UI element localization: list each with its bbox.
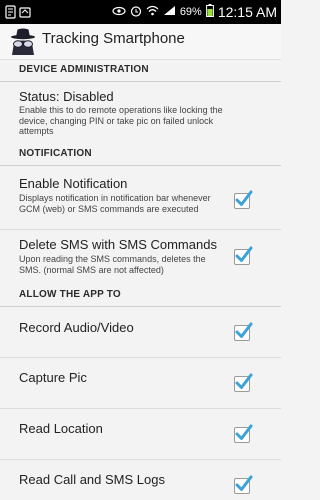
enable-notification-checkbox[interactable]: [234, 190, 253, 209]
clock: 12:15 AM: [217, 4, 277, 20]
section-header-notification: NOTIFICATION: [0, 144, 281, 166]
notification-icons: [5, 4, 45, 20]
section-title: NOTIFICATION: [19, 148, 92, 159]
pref-enable-notification[interactable]: Enable Notification Displays notificatio…: [0, 166, 281, 230]
pref-summary: Enable this to do remote operations like…: [19, 105, 223, 136]
spy-icon[interactable]: [9, 27, 37, 57]
pref-read-call-sms-logs[interactable]: Read Call and SMS Logs: [0, 460, 281, 500]
section-header-allow: ALLOW THE APP TO: [0, 285, 281, 307]
pref-record-audio-video[interactable]: Record Audio/Video: [0, 307, 281, 358]
read-call-sms-logs-checkbox[interactable]: [234, 475, 253, 494]
system-indicators: 69% 12:15 AM: [112, 0, 277, 24]
pref-title: Status: Disabled: [19, 89, 114, 104]
pref-delete-sms[interactable]: Delete SMS with SMS Commands Upon readin…: [0, 230, 281, 285]
signal-icon: [163, 5, 176, 19]
eye-icon: [112, 5, 126, 19]
pref-title: Enable Notification: [19, 176, 128, 191]
pref-title: Capture Pic: [19, 370, 87, 385]
pref-summary: Upon reading the SMS commands, deletes t…: [19, 254, 206, 275]
wifi-icon: [146, 5, 159, 19]
pref-read-location[interactable]: Read Location: [0, 409, 281, 460]
battery-percent: 69%: [179, 6, 202, 18]
status-bar: 69% 12:15 AM: [0, 0, 281, 24]
pref-summary: Displays notification in notification ba…: [19, 193, 211, 214]
pref-title: Read Location: [19, 421, 103, 436]
section-title: DEVICE ADMINISTRATION: [19, 64, 149, 75]
section-title: ALLOW THE APP TO: [19, 289, 121, 300]
action-bar: Tracking Smartphone: [0, 24, 281, 60]
pref-title: Delete SMS with SMS Commands: [19, 237, 217, 252]
pref-device-admin-status[interactable]: Status: Disabled Enable this to do remot…: [0, 82, 281, 144]
alarm-icon: [130, 5, 142, 20]
read-location-checkbox[interactable]: [234, 424, 253, 443]
battery-icon: [205, 4, 214, 20]
pref-title: Read Call and SMS Logs: [19, 472, 165, 487]
pref-title: Record Audio/Video: [19, 320, 134, 335]
capture-pic-checkbox[interactable]: [234, 373, 253, 392]
record-audio-video-checkbox[interactable]: [234, 322, 253, 341]
pref-capture-pic[interactable]: Capture Pic: [0, 358, 281, 409]
section-header-device-admin: DEVICE ADMINISTRATION: [0, 60, 281, 82]
delete-sms-checkbox[interactable]: [234, 246, 253, 265]
page-title: Tracking Smartphone: [42, 30, 185, 47]
